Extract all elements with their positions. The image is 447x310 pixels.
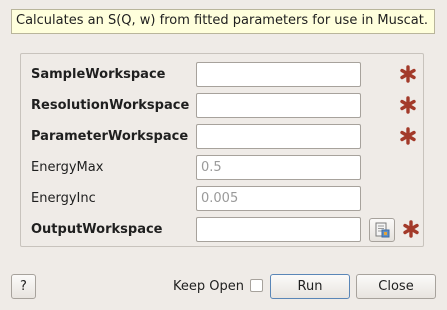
asterisk-icon: [400, 96, 416, 114]
parameter-workspace-label: ParameterWorkspace: [31, 129, 189, 144]
row-energy-inc: EnergyInc: [21, 186, 423, 212]
workspace-browse-icon: [375, 222, 390, 238]
run-button[interactable]: Run: [270, 274, 350, 299]
workspace-browse-button[interactable]: [369, 218, 395, 242]
asterisk-icon: [400, 127, 416, 145]
energy-inc-input[interactable]: [196, 186, 361, 211]
output-workspace-label: OutputWorkspace: [31, 222, 163, 237]
property-group: SampleWorkspace ResolutionWorkspace Para…: [20, 53, 424, 247]
row-resolution-workspace: ResolutionWorkspace: [21, 93, 423, 119]
row-output-workspace: OutputWorkspace: [21, 217, 423, 243]
asterisk-icon: [403, 220, 419, 238]
algorithm-description: Calculates an S(Q, w) from fitted parame…: [11, 9, 435, 34]
help-button[interactable]: ?: [11, 274, 36, 299]
keep-open-label: Keep Open: [173, 279, 244, 294]
output-workspace-input[interactable]: [196, 217, 361, 242]
row-parameter-workspace: ParameterWorkspace: [21, 124, 423, 150]
resolution-workspace-input[interactable]: [196, 93, 361, 118]
energy-max-input[interactable]: [196, 155, 361, 180]
energy-inc-label: EnergyInc: [31, 191, 96, 206]
row-sample-workspace: SampleWorkspace: [21, 62, 423, 88]
sample-workspace-input[interactable]: [196, 62, 361, 87]
keep-open-checkbox[interactable]: [250, 279, 263, 292]
row-energy-max: EnergyMax: [21, 155, 423, 181]
close-button[interactable]: Close: [356, 274, 436, 299]
sample-workspace-label: SampleWorkspace: [31, 67, 166, 82]
parameter-workspace-input[interactable]: [196, 124, 361, 149]
resolution-workspace-label: ResolutionWorkspace: [31, 98, 190, 113]
energy-max-label: EnergyMax: [31, 160, 104, 175]
asterisk-icon: [400, 65, 416, 83]
